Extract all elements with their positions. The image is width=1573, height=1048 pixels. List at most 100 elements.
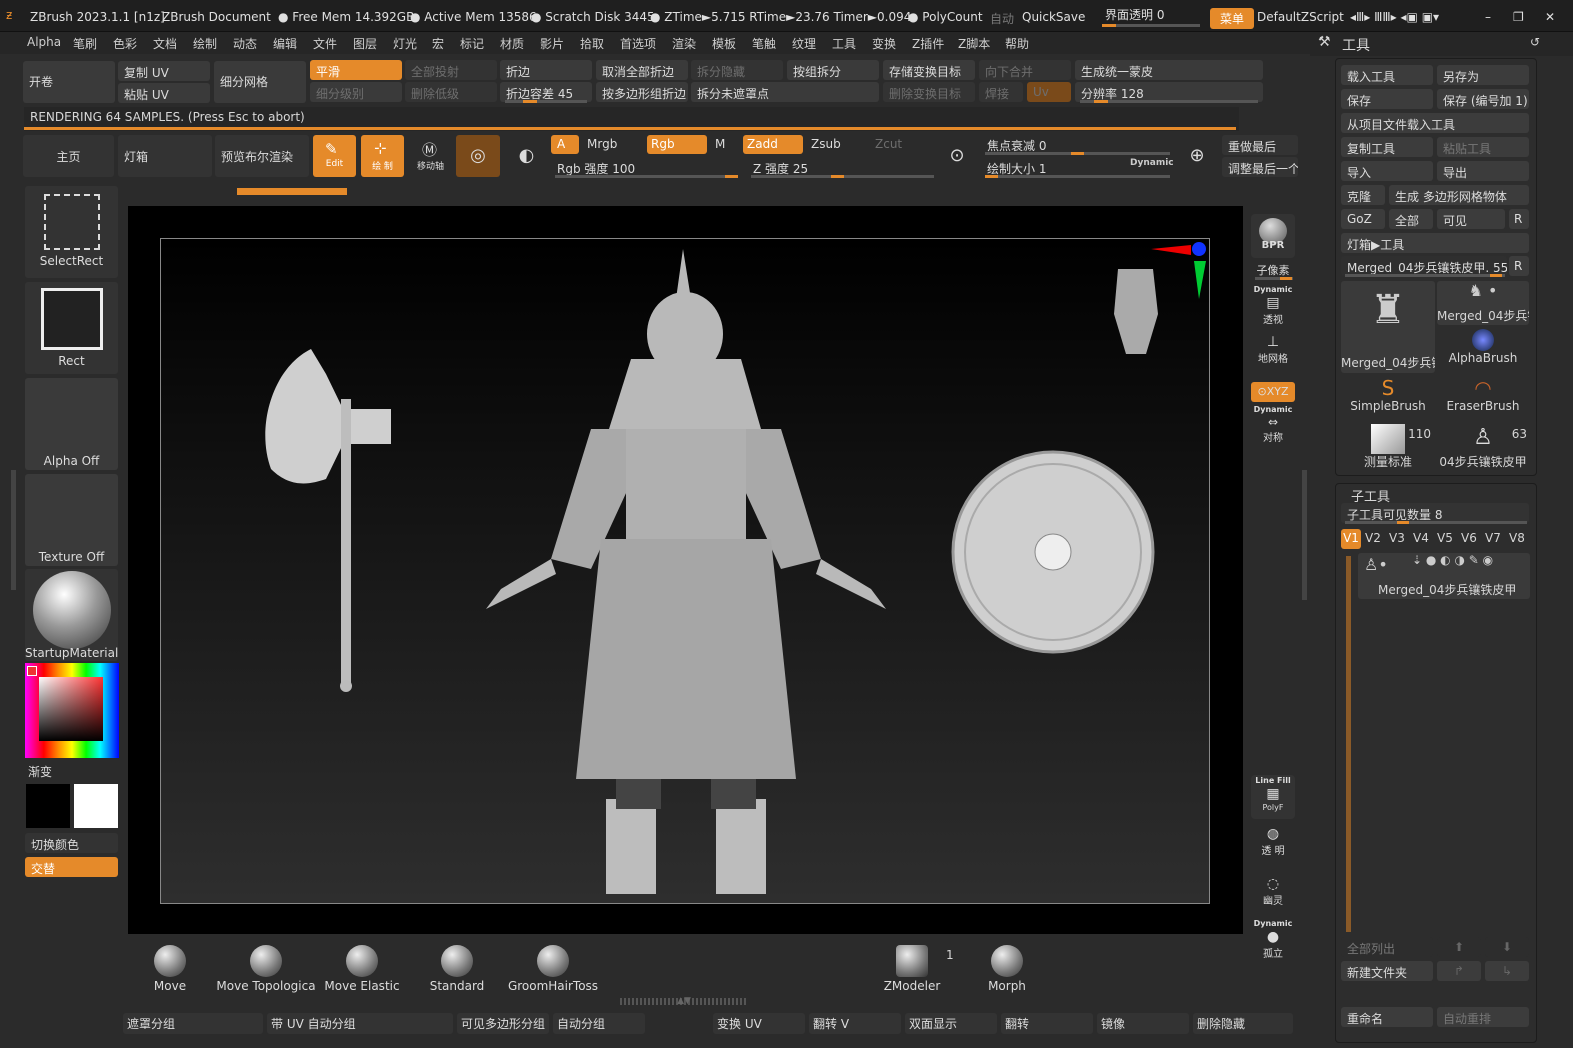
minimize-icon[interactable]: – [1485,10,1491,24]
menu-marker[interactable]: 标记 [460,35,484,52]
subtool-scrollbar[interactable] [1346,556,1351,932]
save-increment-button[interactable]: 保存 (编号加 1) [1437,89,1529,109]
brush-standard[interactable]: Standard [427,945,487,993]
import-button[interactable]: 导入 [1341,161,1433,181]
crease-tolerance-slider[interactable]: 折边容差 45 [500,82,592,102]
mirror-button[interactable]: 镜像 [1097,1013,1189,1034]
symmetry-button[interactable]: Dynamic ⇔ 对称 [1251,404,1295,444]
version-tab-v7[interactable]: V7 [1485,531,1501,545]
export-button[interactable]: 导出 [1437,161,1529,181]
delete-morph-button[interactable]: 删除变换目标 [883,82,975,102]
axis-gizmo[interactable] [1151,242,1206,299]
smooth-toggle[interactable]: 平滑 [310,60,402,80]
group-visible-button[interactable]: 可见多边形分组 [457,1013,549,1034]
menu-material[interactable]: 材质 [500,35,524,52]
resolution-slider[interactable]: 分辨率 128 [1075,82,1263,102]
focal-shift-slider[interactable]: 焦点衰减 0 [981,134,1171,154]
auto-reorder-button[interactable]: 自动重排 [1437,1007,1529,1027]
brush-move-elastic[interactable]: Move Elastic [322,945,402,993]
transparent-button[interactable]: ◍ 透 明 [1251,826,1295,866]
load-tool-button[interactable]: 载入工具 [1341,65,1433,85]
tool-thumb-eraserbrush[interactable]: ◠ EraserBrush [1437,377,1529,421]
group-masked-button[interactable]: 遮罩分组 [123,1013,263,1034]
rotate-icon[interactable]: ◐ [505,135,548,177]
version-tab-v5[interactable]: V5 [1437,531,1453,545]
clone-button[interactable]: 克隆 [1341,185,1385,205]
brush-move[interactable]: Move [150,945,190,993]
z-intensity-slider[interactable]: Z 强度 25 [747,157,935,177]
paste-tool-button[interactable]: 粘贴工具 [1437,137,1529,157]
subdivide-mesh-button[interactable]: 细分网格 [214,61,306,103]
open-button[interactable]: 开卷 [23,61,115,103]
refresh-icon[interactable]: ↺ [1530,35,1540,49]
save-button[interactable]: 保存 [1341,89,1433,109]
secondary-color-swatch[interactable] [74,784,118,828]
crease-button[interactable]: 折边 [500,60,592,80]
mrgb-toggle[interactable]: Mrgb [583,135,643,154]
menu-layer[interactable]: 图层 [353,35,377,52]
lightbox-button[interactable]: 灯箱 [118,135,212,177]
tool-r-button[interactable]: R [1509,256,1529,276]
tool-thumb-measure[interactable]: 110 测量标准 [1341,424,1435,470]
alternate-button[interactable]: 交替 [25,857,118,877]
uv-button[interactable]: Uv [1027,82,1071,102]
tool-thumb-alphabrush[interactable]: AlphaBrush [1437,329,1529,373]
default-zscript[interactable]: DefaultZScript [1257,10,1344,24]
shelf-collapse-handle[interactable]: ▲▼ [620,997,748,1006]
main-color-swatch[interactable] [27,666,37,676]
goz-r-button[interactable]: R [1509,209,1529,229]
zcut-toggle[interactable]: Zcut [871,135,931,154]
menu-help[interactable]: 帮助 [1005,35,1029,52]
copy-tool-button[interactable]: 复制工具 [1341,137,1433,157]
crease-by-polygroup-button[interactable]: 按多边形组折边 [596,82,688,102]
color-picker[interactable] [25,663,119,758]
ghost-button[interactable]: ◌ 幽灵 [1251,876,1295,916]
menu-texture[interactable]: 纹理 [792,35,816,52]
menu-edit[interactable]: 编辑 [273,35,297,52]
move-gizmo-button[interactable]: Ⓜ 移动轴 [409,135,452,177]
restore-icon[interactable]: ❐ [1513,10,1524,24]
make-polymesh-button[interactable]: 生成 多边形网格物体 [1389,185,1529,205]
double-sided-button[interactable]: 双面显示 [905,1013,997,1034]
lazymouse-icon[interactable]: ⊙ [938,137,976,177]
goz-visible-button[interactable]: 可见 [1437,209,1505,229]
menu-document[interactable]: 文档 [153,35,177,52]
menu-tool[interactable]: 工具 [832,35,856,52]
menu-preferences[interactable]: 首选项 [620,35,656,52]
load-from-project-button[interactable]: 从项目文件载入工具 [1341,113,1529,133]
rename-button[interactable]: 重命名 [1341,1007,1433,1027]
subdiv-level-slider[interactable]: 细分级别 [310,82,402,102]
version-tab-v1[interactable]: V1 [1341,529,1361,549]
folder-down-icon[interactable]: ↳ [1485,961,1529,981]
home-button[interactable]: 主页 [23,135,114,177]
preview-bpr-button[interactable]: 预览布尔渲染 [215,135,309,177]
tool-thumb-simplebrush[interactable]: S SimpleBrush [1341,377,1435,421]
tool-thumb-merged[interactable]: ♞ • Merged_04步兵镶 [1437,281,1529,325]
brush-morph[interactable]: Morph [985,945,1029,993]
weld-button[interactable]: 焊接 [979,82,1023,102]
switch-color-button[interactable]: 切换颜色 [25,833,118,853]
menu-zscript[interactable]: Z脚本 [958,35,990,52]
menu-stencil[interactable]: 模板 [712,35,736,52]
delete-hidden-button[interactable]: 删除隐藏 [1193,1013,1293,1034]
version-tab-v4[interactable]: V4 [1413,531,1429,545]
menu-stroke[interactable]: 笔触 [752,35,776,52]
subtool-item[interactable]: ♙• ⇣ ● ◐ ◑ ✎ ◉ Merged_04步兵镶铁皮甲 [1358,553,1530,599]
menu-macro[interactable]: 宏 [432,35,444,52]
zsub-toggle[interactable]: Zsub [807,135,867,154]
solo-button[interactable]: Dynamic ● 孤立 [1251,918,1295,960]
perspective-button[interactable]: Dynamic ▤ 透视 [1251,284,1295,326]
lightbox-tools-button[interactable]: 灯箱▶工具 [1341,233,1529,253]
menu-dynamics[interactable]: 动态 [233,35,257,52]
paste-uv-button[interactable]: 粘贴 UV [118,83,210,103]
select-rect-tool[interactable]: SelectRect [25,186,118,278]
shelf-scroll-indicator[interactable] [237,188,347,195]
new-folder-button[interactable]: 新建文件夹 [1341,961,1433,981]
list-all-button[interactable]: 全部列出 [1341,937,1433,957]
copy-uv-button[interactable]: 复制 UV [118,61,210,81]
store-morph-button[interactable]: 存储变换目标 [883,60,975,80]
close-icon[interactable]: ✕ [1545,10,1555,24]
menu-alpha[interactable]: Alpha [27,35,61,49]
primary-color-swatch[interactable] [26,784,70,828]
stroke-d-icon[interactable]: ⊕ [1178,137,1216,177]
